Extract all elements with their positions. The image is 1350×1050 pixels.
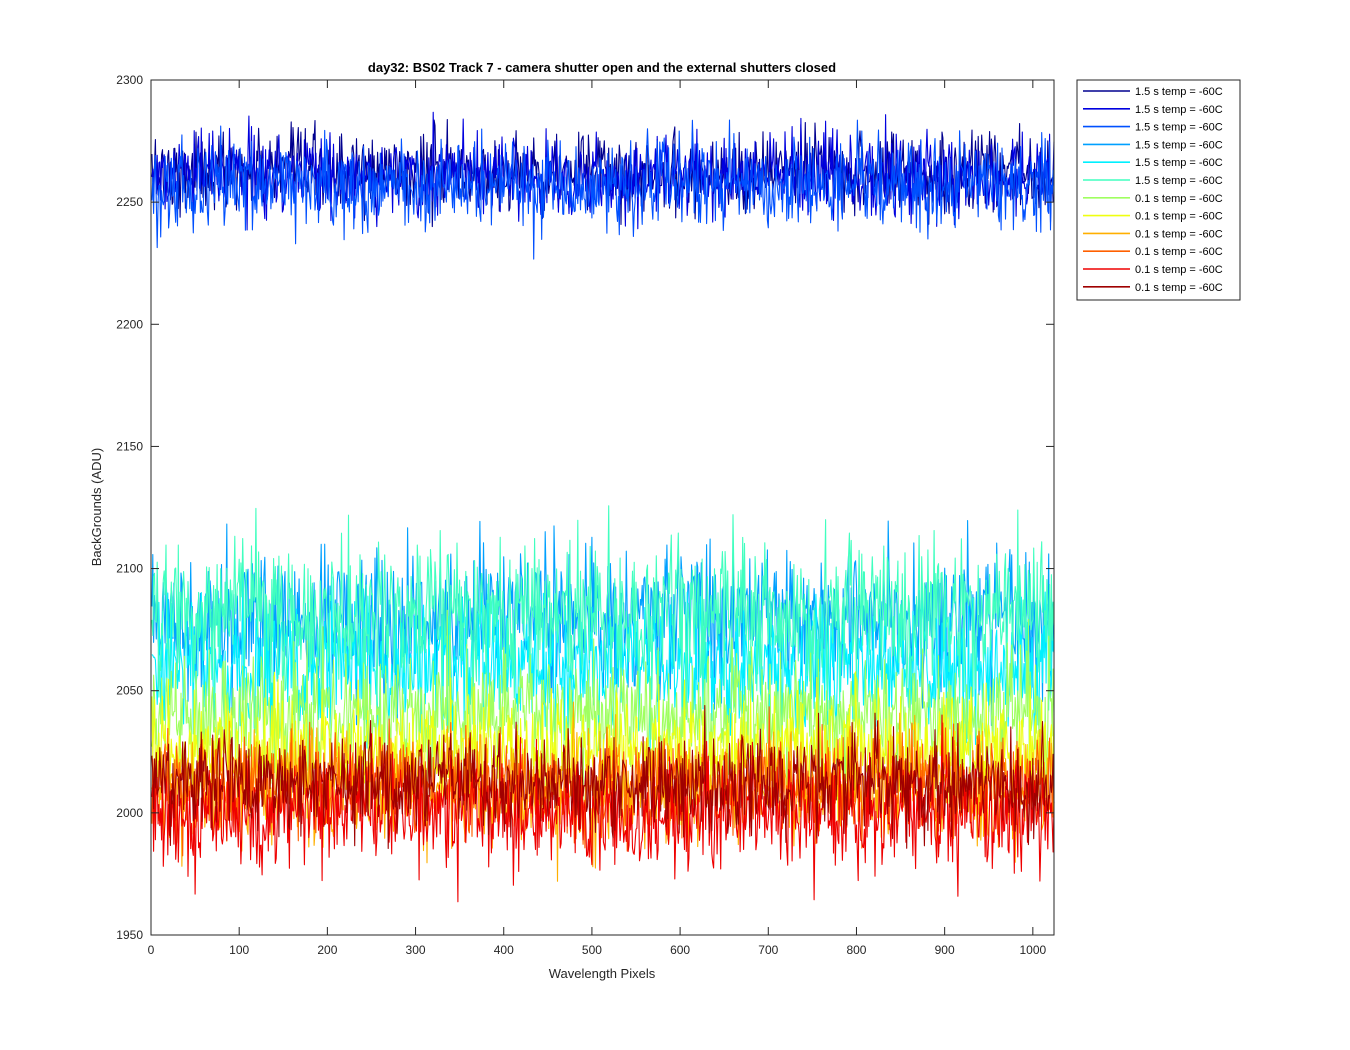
- x-axis-label: Wavelength Pixels: [549, 966, 656, 981]
- legend-label: 0.1 s temp = -60C: [1135, 193, 1223, 205]
- y-tick-label: 1950: [116, 928, 143, 942]
- x-tick-label: 600: [670, 943, 690, 957]
- plot-area: 0 100 200 300 400 500 600 700 800 900 1000 1950 200…: [116, 73, 1055, 957]
- x-tick-label: 400: [494, 943, 514, 957]
- y-tick-label: 2200: [116, 317, 143, 331]
- legend-label: 1.5 s temp = -60C: [1135, 139, 1223, 151]
- x-tick-label: 1000: [1019, 943, 1046, 957]
- y-tick-label: 2100: [116, 562, 143, 576]
- legend-label: 0.1 s temp = -60C: [1135, 264, 1223, 276]
- legend-label: 0.1 s temp = -60C: [1135, 246, 1223, 258]
- legend-label: 0.1 s temp = -60C: [1135, 282, 1223, 294]
- x-tick-label: 0: [148, 943, 155, 957]
- y-tick-label: 2150: [116, 439, 143, 453]
- legend-label: 0.1 s temp = -60C: [1135, 211, 1223, 223]
- y-tick-label: 2050: [116, 684, 143, 698]
- x-tick-label: 700: [758, 943, 778, 957]
- chart-figure: day32: BS02 Track 7 - camera shutter ope…: [0, 0, 1350, 1050]
- legend-label: 1.5 s temp = -60C: [1135, 175, 1223, 187]
- x-tick-label: 100: [229, 943, 249, 957]
- y-axis-label: BackGrounds (ADU): [89, 448, 104, 566]
- legend-label: 0.1 s temp = -60C: [1135, 228, 1223, 240]
- chart-title: day32: BS02 Track 7 - camera shutter ope…: [368, 60, 836, 75]
- legend: 1.5 s temp = -60C 1.5 s temp = -60C 1.5 s …: [1076, 79, 1241, 301]
- x-tick-label: 200: [317, 943, 337, 957]
- x-tick-label: 300: [406, 943, 426, 957]
- x-tick-label: 500: [582, 943, 602, 957]
- legend-label: 1.5 s temp = -60C: [1135, 122, 1223, 134]
- legend-label: 1.5 s temp = -60C: [1135, 86, 1223, 98]
- x-tick-label: 900: [935, 943, 955, 957]
- y-tick-label: 2000: [116, 806, 143, 820]
- legend-label: 1.5 s temp = -60C: [1135, 157, 1223, 169]
- y-tick-label: 2250: [116, 195, 143, 209]
- legend-label: 1.5 s temp = -60C: [1135, 104, 1223, 116]
- x-tick-label: 800: [846, 943, 866, 957]
- y-tick-label: 2300: [116, 73, 143, 87]
